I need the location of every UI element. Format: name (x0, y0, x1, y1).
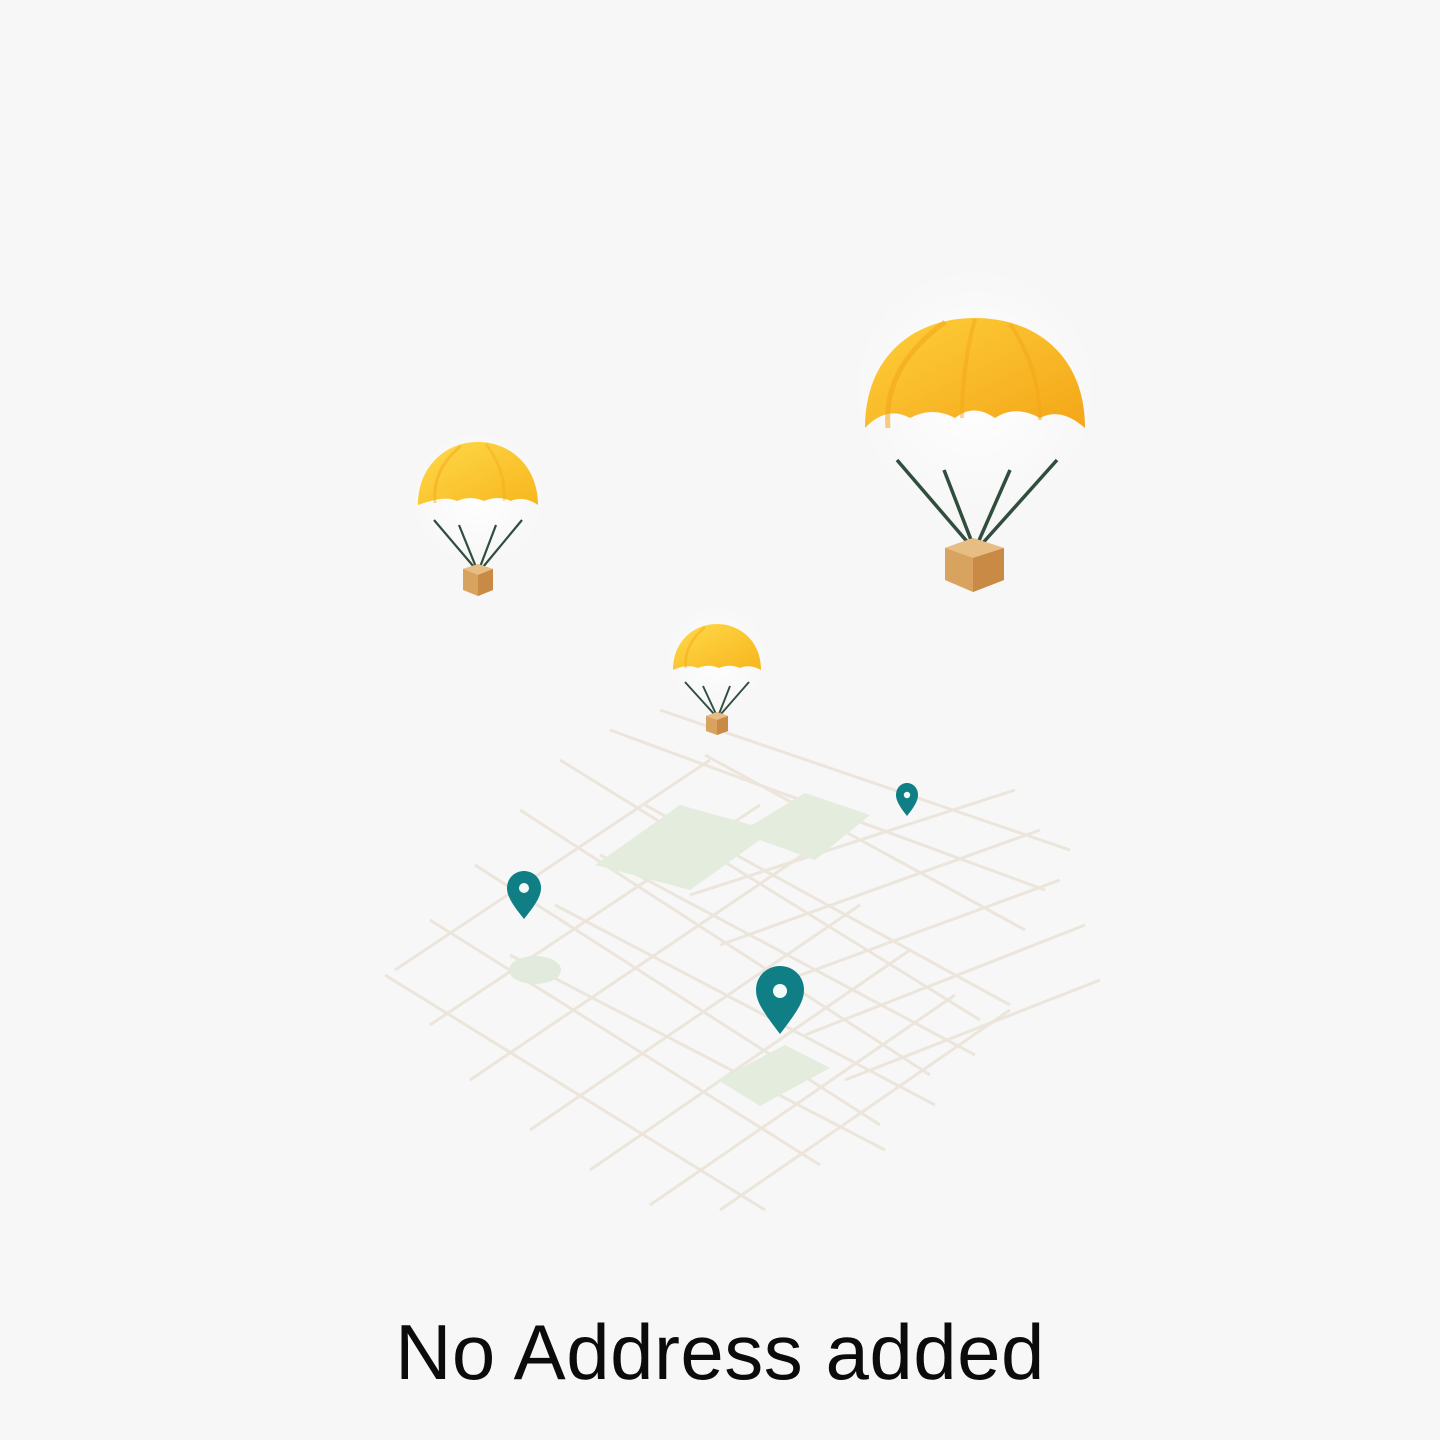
map-pin-icon (896, 783, 918, 816)
package-icon (945, 538, 1004, 592)
map-pin-icon (756, 966, 804, 1034)
empty-state-title: No Address added (395, 1308, 1045, 1396)
map-grid (384, 708, 1101, 1212)
map-park-block-small (718, 1045, 830, 1106)
empty-state-illustration (0, 0, 1440, 1260)
map-pin-icon (507, 871, 541, 919)
package-icon (706, 712, 728, 735)
map-pin-shadow (509, 956, 561, 984)
package-icon (463, 564, 493, 596)
parachute-delivery-map-illustration (384, 265, 1101, 1212)
